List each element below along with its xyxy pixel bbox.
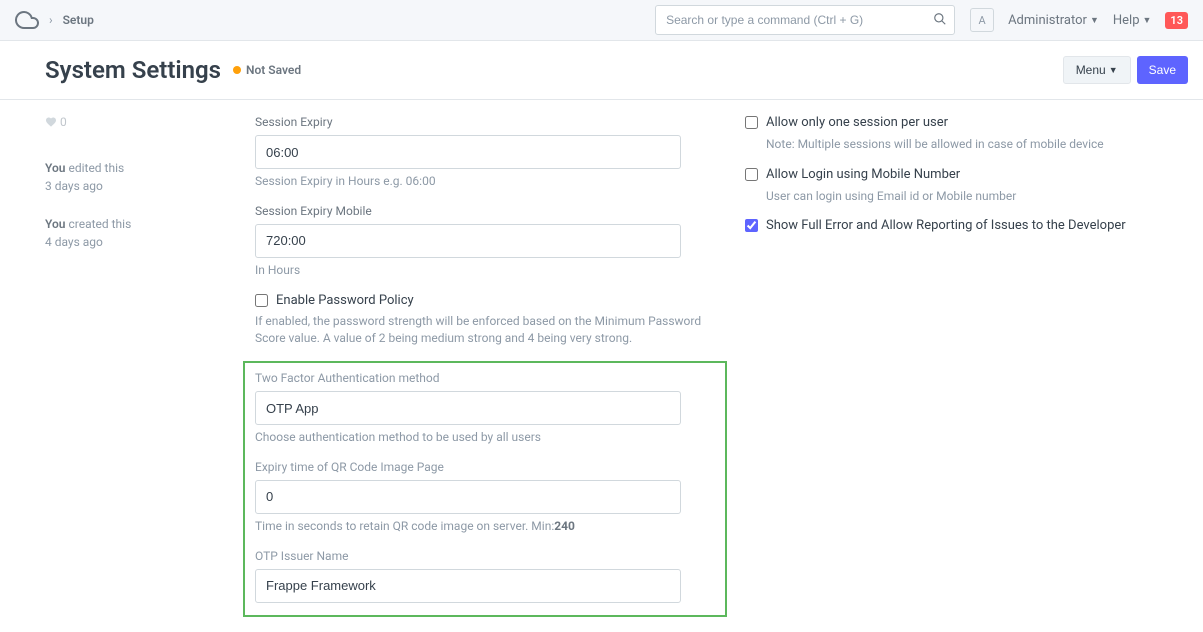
two-factor-method-label: Two Factor Authentication method — [255, 371, 715, 385]
help-dropdown[interactable]: Help ▼ — [1113, 13, 1152, 28]
two-factor-method-input[interactable] — [255, 391, 681, 425]
status-text: Not Saved — [246, 63, 301, 77]
allow-one-session-label[interactable]: Allow only one session per user — [766, 115, 948, 132]
session-expiry-label: Session Expiry — [255, 115, 715, 129]
two-factor-method-help: Choose authentication method to be used … — [255, 429, 715, 446]
session-expiry-input[interactable] — [255, 135, 681, 169]
logo-icon[interactable] — [15, 8, 39, 32]
chevron-right-icon: › — [49, 13, 53, 27]
allow-one-session-checkbox[interactable] — [745, 116, 758, 129]
help-label: Help — [1113, 13, 1140, 28]
breadcrumb-setup[interactable]: Setup — [63, 13, 94, 27]
qr-expiry-input[interactable] — [255, 480, 681, 514]
two-factor-section: Two Factor Authentication method Choose … — [243, 361, 727, 617]
session-expiry-mobile-input[interactable] — [255, 224, 681, 258]
timeline-item: You edited this 3 days ago — [45, 159, 210, 195]
caret-down-icon: ▼ — [1143, 15, 1152, 26]
status-indicator: Not Saved — [233, 63, 301, 77]
enable-password-policy-label[interactable]: Enable Password Policy — [276, 293, 414, 310]
allow-mobile-login-help: User can login using Email id or Mobile … — [766, 188, 1155, 205]
qr-expiry-help: Time in seconds to retain QR code image … — [255, 518, 715, 535]
allow-mobile-login-checkbox[interactable] — [745, 168, 758, 181]
search-input[interactable] — [655, 5, 955, 35]
otp-issuer-label: OTP Issuer Name — [255, 549, 715, 563]
search-icon[interactable] — [933, 12, 947, 26]
likes-row: 0 — [45, 115, 210, 129]
qr-expiry-label: Expiry time of QR Code Image Page — [255, 460, 715, 474]
otp-issuer-input[interactable] — [255, 569, 681, 603]
caret-down-icon: ▼ — [1090, 15, 1099, 26]
page-title: System Settings — [45, 56, 221, 84]
likes-count: 0 — [60, 115, 67, 129]
show-full-error-checkbox[interactable] — [745, 219, 758, 232]
enable-password-policy-help: If enabled, the password strength will b… — [255, 313, 715, 347]
menu-button[interactable]: Menu ▼ — [1063, 56, 1131, 84]
timeline-item: You created this 4 days ago — [45, 215, 210, 251]
search-box — [655, 5, 955, 35]
session-expiry-help: Session Expiry in Hours e.g. 06:00 — [255, 173, 715, 190]
status-dot — [233, 66, 241, 74]
avatar: A — [970, 8, 994, 32]
show-full-error-label[interactable]: Show Full Error and Allow Reporting of I… — [766, 218, 1126, 235]
allow-mobile-login-label[interactable]: Allow Login using Mobile Number — [766, 167, 960, 184]
caret-down-icon: ▼ — [1109, 65, 1118, 75]
user-dropdown[interactable]: Administrator ▼ — [1008, 13, 1099, 28]
menu-button-label: Menu — [1076, 63, 1106, 77]
enable-password-policy-checkbox[interactable] — [255, 294, 268, 307]
save-button[interactable]: Save — [1137, 56, 1188, 84]
session-expiry-mobile-label: Session Expiry Mobile — [255, 204, 715, 218]
user-label: Administrator — [1008, 13, 1087, 28]
session-expiry-mobile-help: In Hours — [255, 262, 715, 279]
allow-one-session-help: Note: Multiple sessions will be allowed … — [766, 136, 1155, 153]
notification-badge[interactable]: 13 — [1165, 12, 1188, 29]
